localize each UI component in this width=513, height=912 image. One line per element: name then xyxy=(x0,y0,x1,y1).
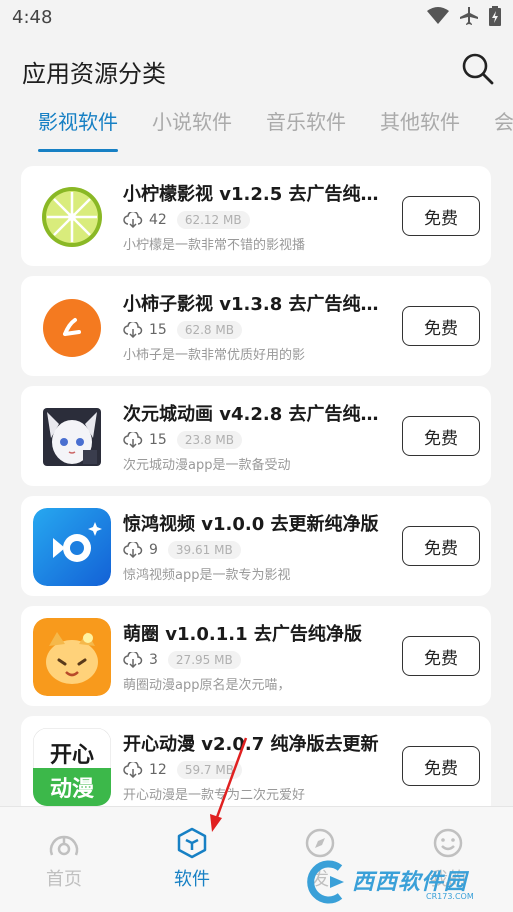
cloud-download-icon xyxy=(123,652,143,668)
list-item[interactable]: 开心 动漫 开心动漫 v2.0.7 纯净版去更新 12 59.7 MB 开心动漫… xyxy=(21,716,491,806)
status-time: 4:48 xyxy=(12,7,53,28)
file-size: 27.95 MB xyxy=(167,651,241,669)
free-button[interactable]: 免费 xyxy=(402,416,480,456)
tab-music-apps[interactable]: 音乐软件 xyxy=(266,106,346,135)
app-name[interactable]: 次元城动画 v4.2.8 去广告纯净版 xyxy=(123,400,393,426)
anime-girl-icon xyxy=(33,398,111,476)
app-description: 开心动漫是一款专为二次元爱好 xyxy=(123,788,306,803)
kaixin-icon: 开心 动漫 xyxy=(33,728,111,806)
tab-more[interactable]: 会 xyxy=(494,106,513,135)
app-meta: 42 62.12 MB xyxy=(123,211,250,229)
free-button[interactable]: 免费 xyxy=(402,746,480,786)
cloud-download-icon xyxy=(123,542,143,558)
tab-novel-apps[interactable]: 小说软件 xyxy=(152,106,232,135)
smile-icon xyxy=(433,828,463,858)
app-description: 萌圈动漫app原名是次元喵， xyxy=(123,678,291,693)
download-count: 12 xyxy=(149,762,167,778)
battery-icon xyxy=(489,6,501,30)
watermark-subtext: CR173.COM xyxy=(426,892,474,901)
category-tabs: 影视软件 小说软件 音乐软件 其他软件 会 xyxy=(0,100,513,152)
status-bar: 4:48 xyxy=(0,0,513,36)
lemon-icon xyxy=(33,178,111,256)
app-description: 惊鸿视频app是一款专为影视 xyxy=(123,568,291,583)
nav-software[interactable]: 软件 xyxy=(152,825,232,891)
tab-indicator xyxy=(38,149,118,152)
watermark-icon xyxy=(307,860,344,904)
download-count: 15 xyxy=(149,432,167,448)
wifi-icon xyxy=(427,6,449,30)
app-meta: 15 23.8 MB xyxy=(123,431,242,449)
download-count: 42 xyxy=(149,212,167,228)
persimmon-icon xyxy=(33,288,111,366)
file-size: 62.8 MB xyxy=(176,321,242,339)
app-meta: 3 27.95 MB xyxy=(123,651,241,669)
compass-icon xyxy=(305,828,335,858)
app-description: 次元城动漫app是一款备受动 xyxy=(123,458,291,473)
list-item[interactable]: 次元城动画 v4.2.8 去广告纯净版 15 23.8 MB 次元城动漫app是… xyxy=(21,386,491,486)
tab-video-apps[interactable]: 影视软件 xyxy=(38,106,118,135)
app-bar: 应用资源分类 xyxy=(0,36,513,100)
free-button[interactable]: 免费 xyxy=(402,636,480,676)
list-item[interactable]: 小柿子影视 v1.3.8 去广告纯净版 15 62.8 MB 小柿子是一款非常优… xyxy=(21,276,491,376)
app-name[interactable]: 惊鸿视频 v1.0.0 去更新纯净版 xyxy=(123,510,393,536)
kaixin-bottom-text: 动漫 xyxy=(50,777,94,802)
jinghong-icon xyxy=(33,508,111,586)
tab-other-apps[interactable]: 其他软件 xyxy=(380,106,460,135)
free-button[interactable]: 免费 xyxy=(402,306,480,346)
cloud-download-icon xyxy=(123,322,143,338)
app-name[interactable]: 开心动漫 v2.0.7 纯净版去更新 xyxy=(123,730,393,756)
download-count: 15 xyxy=(149,322,167,338)
free-button[interactable]: 免费 xyxy=(402,526,480,566)
list-item[interactable]: 萌圈 v1.0.1.1 去广告纯净版 3 27.95 MB 萌圈动漫app原名是… xyxy=(21,606,491,706)
app-list: 小柠檬影视 v1.2.5 去广告纯净版 42 62.12 MB 小柠檬是一款非常… xyxy=(0,166,513,806)
status-icons xyxy=(427,6,501,30)
nav-home-label: 首页 xyxy=(46,869,82,890)
search-icon[interactable] xyxy=(460,51,496,87)
file-size: 59.7 MB xyxy=(176,761,242,779)
cloud-download-icon xyxy=(123,212,143,228)
app-meta: 15 62.8 MB xyxy=(123,321,242,339)
mengquan-icon xyxy=(33,618,111,696)
list-item[interactable]: 小柠檬影视 v1.2.5 去广告纯净版 42 62.12 MB 小柠檬是一款非常… xyxy=(21,166,491,266)
page-title: 应用资源分类 xyxy=(22,60,166,88)
list-item[interactable]: 惊鸿视频 v1.0.0 去更新纯净版 9 39.61 MB 惊鸿视频app是一款… xyxy=(21,496,491,596)
cloud-download-icon xyxy=(123,432,143,448)
nav-software-label: 软件 xyxy=(174,869,210,890)
file-size: 62.12 MB xyxy=(176,211,250,229)
app-name[interactable]: 小柿子影视 v1.3.8 去广告纯净版 xyxy=(123,290,393,316)
file-size: 23.8 MB xyxy=(176,431,242,449)
download-count: 9 xyxy=(149,542,158,558)
cloud-download-icon xyxy=(123,762,143,778)
app-name[interactable]: 萌圈 v1.0.1.1 去广告纯净版 xyxy=(123,620,393,646)
app-meta: 12 59.7 MB xyxy=(123,761,242,779)
download-count: 3 xyxy=(149,652,158,668)
airplane-icon xyxy=(459,6,479,30)
home-icon xyxy=(49,835,79,856)
file-size: 39.61 MB xyxy=(167,541,241,559)
free-button[interactable]: 免费 xyxy=(402,196,480,236)
watermark-logo: 西西软件园 CR173.COM xyxy=(300,858,505,906)
nav-home[interactable]: 首页 xyxy=(24,825,104,891)
app-description: 小柿子是一款非常优质好用的影 xyxy=(123,348,306,363)
kaixin-top-text: 开心 xyxy=(50,743,94,768)
app-name[interactable]: 小柠檬影视 v1.2.5 去广告纯净版 xyxy=(123,180,393,206)
app-meta: 9 39.61 MB xyxy=(123,541,241,559)
cube-icon xyxy=(177,827,207,859)
app-description: 小柠檬是一款非常不错的影视播 xyxy=(123,238,306,253)
